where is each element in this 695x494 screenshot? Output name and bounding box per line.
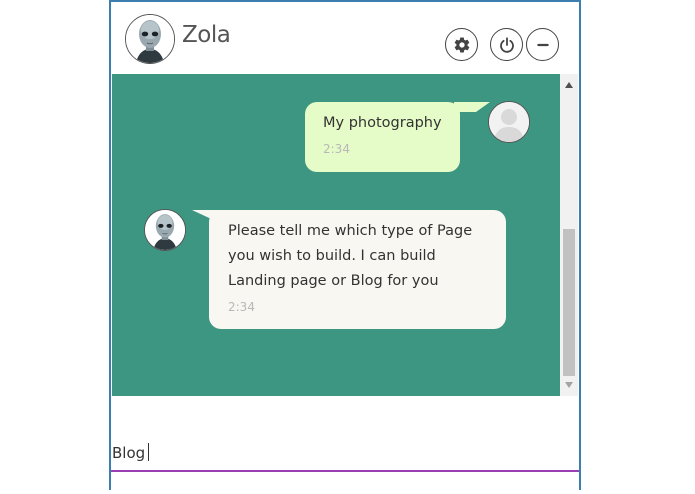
minimize-icon (536, 43, 549, 46)
bot-avatar (125, 14, 175, 64)
user-placeholder-icon (489, 102, 529, 142)
chevron-down-icon (565, 382, 573, 388)
user-message-bubble: My photography 2:34 (305, 102, 460, 172)
user-message-time: 2:34 (323, 142, 350, 156)
gear-icon (454, 37, 469, 53)
scroll-thumb[interactable] (563, 229, 575, 376)
bot-message-avatar (144, 209, 186, 251)
scroll-down-arrow[interactable] (560, 376, 578, 394)
chat-messages-area: My photography 2:34 Please tell me which… (112, 74, 560, 396)
message-input-area (111, 396, 579, 474)
bot-name: Zola (182, 22, 231, 48)
bot-message-text: Please tell me which type of Page you wi… (228, 219, 487, 294)
chat-header: Zola (111, 2, 579, 74)
bot-message-time: 2:34 (228, 300, 255, 314)
alien-avatar-icon (145, 210, 185, 250)
bot-message-line: Please tell me which type of Page (228, 223, 473, 239)
text-caret (148, 443, 149, 461)
settings-button[interactable] (445, 28, 478, 61)
bot-message-bubble: Please tell me which type of Page you wi… (209, 210, 506, 329)
power-button[interactable] (490, 28, 523, 61)
chat-scrollbar[interactable] (560, 74, 578, 396)
minimize-button[interactable] (526, 28, 559, 61)
alien-avatar-icon (126, 15, 174, 63)
input-underline (111, 470, 579, 472)
scroll-up-arrow[interactable] (560, 76, 578, 94)
bot-message-line: Landing page or Blog for you (228, 273, 439, 289)
chevron-up-icon (565, 82, 573, 88)
bot-message-line: you wish to build. I can build (228, 248, 436, 264)
user-message-text: My photography (323, 115, 442, 131)
power-icon (499, 36, 514, 53)
user-avatar (488, 101, 530, 143)
chat-window: Zola My photography 2:34 Please tell me … (109, 0, 581, 490)
message-input[interactable] (112, 442, 552, 464)
